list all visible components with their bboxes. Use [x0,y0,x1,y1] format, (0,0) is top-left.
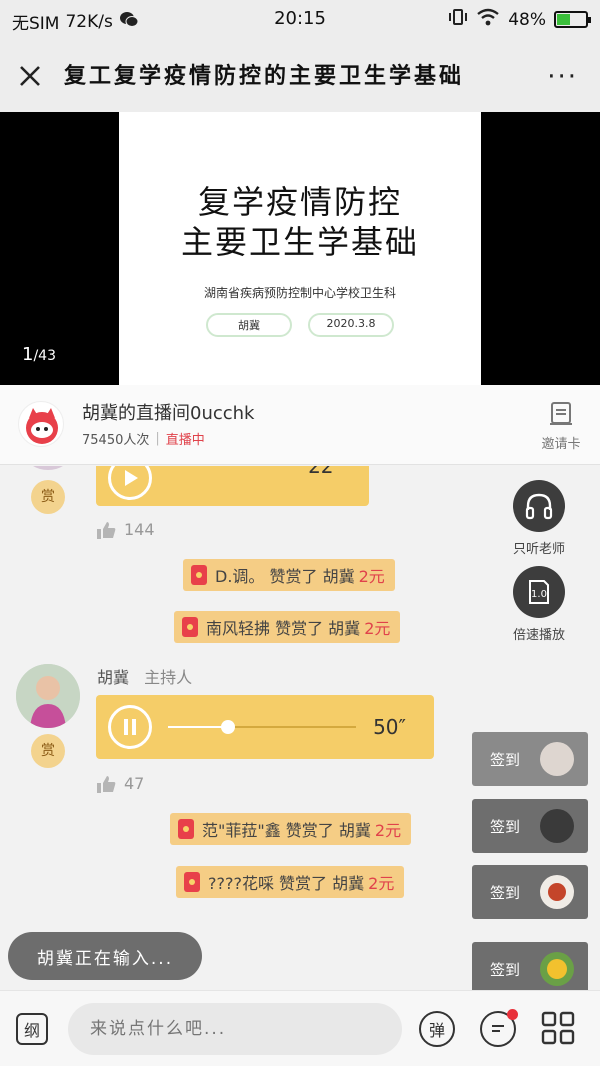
sender-line: 胡冀 主持人 [97,664,192,688]
view-count: 75450人次 [82,433,150,448]
typing-indicator: 胡冀正在输入... [8,932,202,980]
slide: 复学疫情防控 主要卫生学基础 湖南省疾病预防控制中心学校卫生科 胡冀 2020.… [119,112,481,385]
slide-title-line1: 复学疫情防控 [197,183,402,221]
host-info-bar: 胡冀的直播间0ucchk 75450人次 | 直播中 邀请卡 [0,385,600,465]
red-envelope-icon [178,819,194,839]
audio-message[interactable]: 22″ [96,466,369,506]
audio-duration: 22″ [308,466,341,478]
audio-progress-knob[interactable] [221,720,235,734]
vibrate-icon [448,8,468,31]
title-bar: 复工复学疫情防控的主要卫生学基础 ··· [0,38,600,112]
outline-button[interactable]: 纲 [16,1013,48,1045]
signin-card[interactable]: 签到 [472,799,588,853]
red-envelope-icon [184,872,200,892]
battery-percent: 48% [508,9,546,30]
wifi-icon [476,8,500,31]
speed-play-label: 倍速播放 [512,628,565,643]
status-bar: 无SIM 72K/s 20:15 48% [0,0,600,38]
avatar [540,809,574,843]
danmu-button[interactable]: 弹 [419,1011,455,1047]
signin-card[interactable]: 签到 [472,732,588,786]
speed-play-button[interactable]: 1.0 倍速播放 [504,566,574,643]
chat-area[interactable]: 赏 22″ 144 D.调。 赞赏了 胡冀 2元 南风轻拂 赞赏了 胡冀 2元 赏 … [0,466,600,990]
chat-icon[interactable] [480,1009,518,1047]
avatar [26,466,70,470]
listen-teacher-button[interactable]: 只听老师 [504,480,574,557]
battery-icon [554,11,591,28]
slide-org: 湖南省疾病预防控制中心学校卫生科 [203,286,396,300]
avatar [540,952,574,986]
like-count[interactable]: 47 [96,774,144,793]
sender-role: 主持人 [144,668,193,687]
speed-icon: 1.0 [513,566,565,618]
tip-message: 南风轻拂 赞赏了 胡冀 2元 [174,611,401,643]
sender-avatar[interactable] [16,664,80,728]
reward-badge[interactable]: 赏 [31,480,65,514]
audio-message[interactable]: 50″ [96,695,434,759]
slide-counter: 1/43 [22,344,56,365]
comment-input[interactable] [68,1003,402,1055]
slide-author: 胡冀 [206,313,292,337]
invite-card-button[interactable]: 邀请卡 [536,401,586,452]
thumbs-up-icon [97,775,116,793]
meta-separator: | [155,431,160,446]
notification-dot [507,1009,518,1020]
invite-card-label: 邀请卡 [541,437,581,452]
signin-card[interactable]: 签到 [472,865,588,919]
slide-total: /43 [33,348,56,364]
avatar [540,742,574,776]
live-status: 直播中 [165,433,205,448]
signin-card[interactable]: 签到 [472,942,588,990]
play-icon[interactable] [108,466,152,500]
reward-badge[interactable]: 赏 [31,734,65,768]
listen-teacher-label: 只听老师 [512,542,565,557]
host-name: 胡冀的直播间0ucchk [82,403,255,424]
bottom-bar: 纲 弹 [0,990,600,1066]
like-count[interactable]: 144 [96,520,155,539]
headphones-icon [513,480,565,532]
page-title: 复工复学疫情防控的主要卫生学基础 [64,64,465,89]
tip-message: D.调。 赞赏了 胡冀 2元 [183,559,395,591]
invite-card-icon [550,402,572,425]
sender-name: 胡冀 [97,668,130,687]
close-icon[interactable] [14,60,46,92]
slide-date: 2020.3.8 [308,313,394,337]
tip-message: ????花啋 赞赏了 胡冀 2元 [176,866,405,898]
slide-viewer[interactable]: 复学疫情防控 主要卫生学基础 湖南省疾病预防控制中心学校卫生科 胡冀 2020.… [0,112,600,385]
avatar [540,875,574,909]
audio-progress-track[interactable] [168,720,356,734]
tip-message: 范"菲菈"鑫 赞赏了 胡冀 2元 [170,813,412,845]
grid-menu-icon[interactable] [541,1011,575,1049]
more-icon[interactable]: ··· [547,62,578,92]
host-avatar[interactable] [18,401,64,447]
red-envelope-icon [182,617,198,637]
audio-duration: 50″ [373,715,406,739]
thumbs-up-icon [97,521,116,539]
svg-text:1.0: 1.0 [531,589,547,600]
slide-title-line2: 主要卫生学基础 [180,223,419,261]
pause-icon[interactable] [108,705,152,749]
slide-current: 1 [22,344,34,365]
red-envelope-icon [191,565,207,585]
